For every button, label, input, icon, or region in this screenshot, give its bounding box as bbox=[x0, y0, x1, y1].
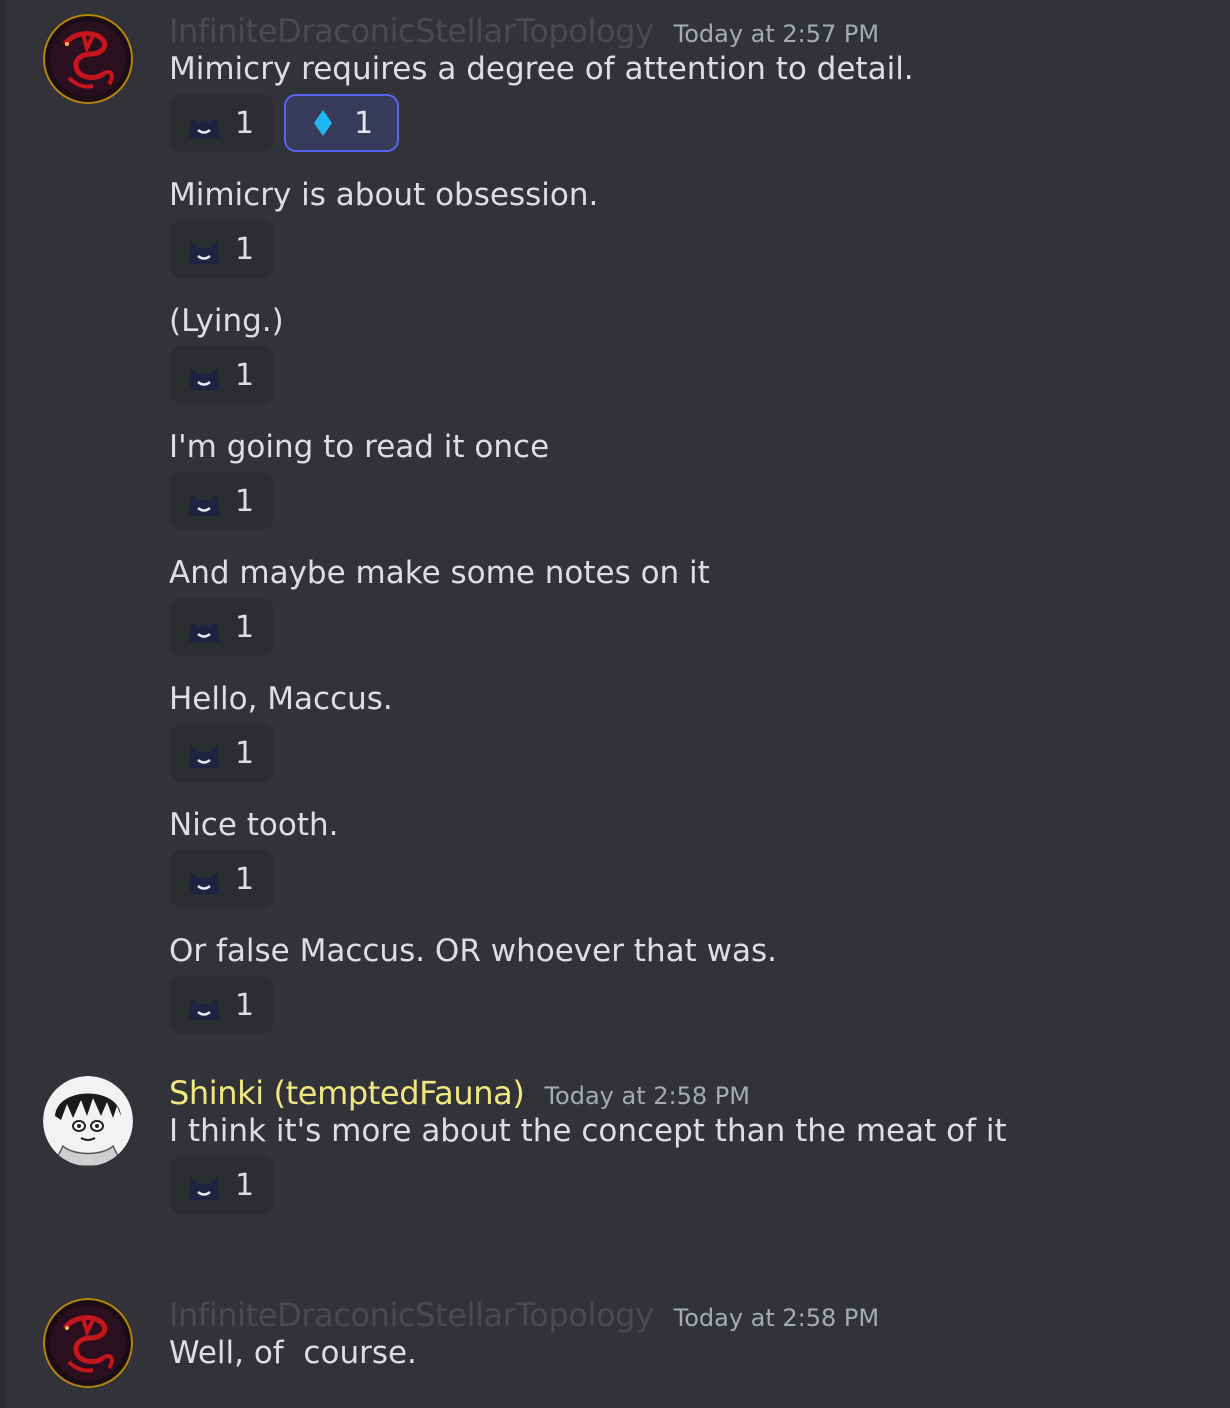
red-dragon-sigil-avatar[interactable] bbox=[43, 14, 133, 104]
message-group: InfiniteDraconicStellarTopology Today at… bbox=[43, 0, 1230, 1062]
message-text: And maybe make some notes on it bbox=[169, 555, 710, 591]
reaction-count: 1 bbox=[235, 987, 255, 1023]
reaction-bar: 1 1 bbox=[169, 94, 1230, 154]
dark-cat-smile-emoji-icon bbox=[189, 116, 219, 138]
timestamp: Today at 2:58 PM bbox=[673, 1304, 880, 1332]
reaction-button[interactable]: 1 bbox=[169, 220, 275, 278]
reaction-count: 1 bbox=[354, 105, 374, 141]
reaction-bar: 1 bbox=[169, 724, 1230, 784]
message-text: Or false Maccus. OR whoever that was. bbox=[169, 933, 777, 969]
dark-cat-smile-emoji-icon bbox=[189, 368, 219, 390]
message-text: Mimicry is about obsession. bbox=[169, 177, 599, 213]
username[interactable]: Shinki (temptedFauna) bbox=[169, 1074, 525, 1112]
reaction-bar: 1 bbox=[169, 346, 1230, 406]
message-group: InfiniteDraconicStellarTopology Today at… bbox=[43, 1284, 1230, 1388]
timestamp: Today at 2:57 PM bbox=[673, 20, 880, 48]
reaction-button[interactable]: 1 bbox=[169, 1156, 275, 1214]
message-text: Mimicry requires a degree of attention t… bbox=[169, 51, 914, 87]
blue-diamond-icon bbox=[314, 110, 333, 136]
message-text: I think it's more about the concept than… bbox=[169, 1113, 1007, 1149]
reaction-count: 1 bbox=[235, 861, 255, 897]
message: I think it's more about the concept than… bbox=[169, 1108, 1230, 1216]
reaction-count: 1 bbox=[235, 735, 255, 771]
reaction-count: 1 bbox=[235, 105, 255, 141]
reaction-button[interactable]: 1 bbox=[169, 94, 275, 152]
message: I'm going to read it once 1 bbox=[169, 424, 1230, 532]
message-text: I'm going to read it once bbox=[169, 429, 550, 465]
reaction-count: 1 bbox=[235, 1167, 255, 1203]
message: Mimicry is about obsession. 1 bbox=[169, 172, 1230, 280]
reaction-bar: 1 bbox=[169, 220, 1230, 280]
message-text: (Lying.) bbox=[169, 303, 284, 339]
dark-cat-smile-emoji-icon bbox=[189, 746, 219, 768]
reaction-button[interactable]: 1 bbox=[169, 850, 275, 908]
timestamp: Today at 2:58 PM bbox=[544, 1082, 750, 1110]
message: Hello, Maccus. 1 bbox=[169, 676, 1230, 784]
reaction-button[interactable]: 1 bbox=[169, 724, 275, 782]
reaction-button[interactable]: 1 bbox=[169, 346, 275, 404]
reaction-count: 1 bbox=[235, 609, 255, 645]
reaction-bar: 1 bbox=[169, 976, 1230, 1036]
message-text: Well, of course. bbox=[169, 1335, 417, 1371]
dark-cat-smile-emoji-icon bbox=[189, 998, 219, 1020]
message: Nice tooth. 1 bbox=[169, 802, 1230, 910]
dark-cat-smile-emoji-icon bbox=[189, 242, 219, 264]
message: Well, of course. bbox=[169, 1330, 1230, 1376]
red-dragon-sigil-avatar[interactable] bbox=[43, 1298, 133, 1388]
dark-cat-smile-emoji-icon bbox=[189, 494, 219, 516]
message-list: InfiniteDraconicStellarTopology Today at… bbox=[0, 0, 1230, 1388]
reaction-count: 1 bbox=[235, 483, 255, 519]
dark-cat-smile-emoji-icon bbox=[189, 620, 219, 642]
message-group: Shinki (temptedFauna) Today at 2:58 PM I… bbox=[43, 1062, 1230, 1284]
message-text: Hello, Maccus. bbox=[169, 681, 393, 717]
reaction-bar: 1 bbox=[169, 598, 1230, 658]
reaction-bar: 1 bbox=[169, 1156, 1230, 1216]
message: Or false Maccus. OR whoever that was. 1 bbox=[169, 928, 1230, 1036]
message: And maybe make some notes on it 1 bbox=[169, 550, 1230, 658]
message: (Lying.) 1 bbox=[169, 298, 1230, 406]
message-text: Nice tooth. bbox=[169, 807, 339, 843]
username[interactable]: InfiniteDraconicStellarTopology bbox=[169, 12, 654, 50]
username[interactable]: InfiniteDraconicStellarTopology bbox=[169, 1296, 654, 1334]
dark-cat-smile-emoji-icon bbox=[189, 872, 219, 894]
reaction-button[interactable]: 1 bbox=[169, 976, 275, 1034]
reaction-count: 1 bbox=[235, 357, 255, 393]
reaction-button[interactable]: 1 bbox=[169, 598, 275, 656]
manga-girl-avatar[interactable] bbox=[43, 1076, 133, 1166]
reaction-bar: 1 bbox=[169, 850, 1230, 910]
reaction-button-active[interactable]: 1 bbox=[284, 94, 400, 152]
reaction-button[interactable]: 1 bbox=[169, 472, 275, 530]
reaction-count: 1 bbox=[235, 231, 255, 267]
reaction-bar: 1 bbox=[169, 472, 1230, 532]
message: Mimicry requires a degree of attention t… bbox=[169, 46, 1230, 154]
dark-cat-smile-emoji-icon bbox=[189, 1178, 219, 1200]
